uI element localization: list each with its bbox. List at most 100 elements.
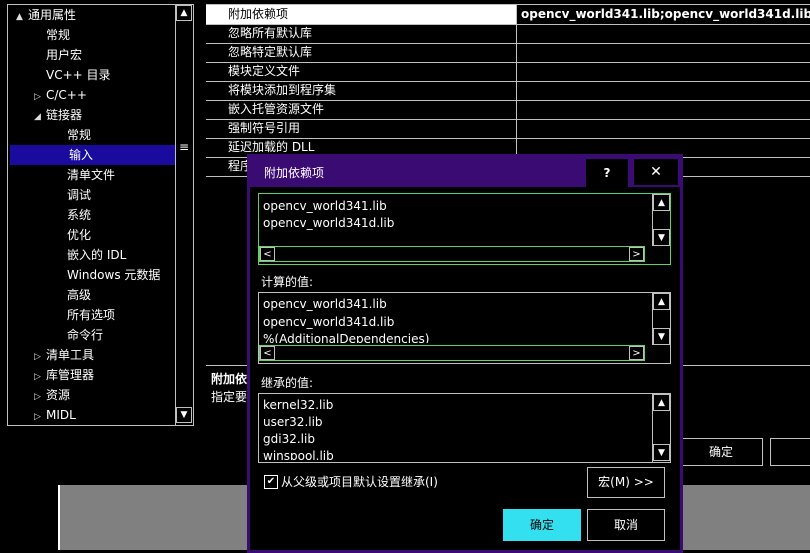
grid-row-name: 忽略所有默认库 <box>206 24 517 43</box>
tree-item[interactable]: 调试 <box>8 185 91 205</box>
expander-icon[interactable]: ▷ <box>34 87 46 107</box>
tree-item-label: 通用属性 <box>28 8 77 22</box>
scroll-up-button[interactable]: ▲ <box>653 394 670 411</box>
description-title: 附加依 <box>211 372 248 386</box>
tree-item[interactable]: 清单文件 <box>8 165 115 185</box>
background-panel <box>680 485 810 550</box>
inherited-line: kernel32.lib <box>263 398 334 412</box>
tree-item[interactable]: 命令行 <box>8 325 103 345</box>
computed-vscroll[interactable]: ▲ ▼ <box>652 293 670 345</box>
computed-line: %(AdditionalDependencies) <box>263 332 430 343</box>
tree-item[interactable]: ▷ 资源 <box>8 385 70 405</box>
scroll-down-button[interactable]: ▼ <box>653 328 670 345</box>
scroll-down-button[interactable]: ▼ <box>653 229 670 246</box>
expander-icon[interactable]: ▷ <box>34 347 46 367</box>
scroll-left-button[interactable]: < <box>260 346 275 360</box>
cancel-button[interactable]: 取消 <box>587 509 665 541</box>
expander-icon[interactable]: ▷ <box>34 407 46 425</box>
macro-button[interactable]: 宏(M) >> <box>587 467 665 498</box>
ok-button[interactable]: 确定 <box>503 509 581 541</box>
tree-item[interactable]: ▲ 通用属性 <box>8 5 76 25</box>
inherited-values-label: 继承的值: <box>261 376 314 390</box>
additional-dependencies-dialog: 附加依赖项 ? ✕ opencv_world341.lib opencv_wor… <box>247 154 683 553</box>
tree-item[interactable]: 常规 <box>8 25 70 45</box>
inherit-checkbox[interactable]: ✔ <box>264 475 278 489</box>
edit-vscroll[interactable]: ▲ ▼ <box>652 194 670 246</box>
grid-row-additional-dependencies[interactable]: 附加依赖项 opencv_world341.lib;opencv_world34… <box>206 5 810 25</box>
tree-item-label: 链接器 <box>46 108 83 122</box>
ok-button-behind[interactable]: 确定 <box>679 438 763 466</box>
tree-item-label: 库管理器 <box>46 368 95 382</box>
tree-item[interactable]: 输入 <box>10 145 175 165</box>
computed-hscroll[interactable]: < > <box>259 345 645 361</box>
scroll-up-button[interactable]: ▲ <box>176 5 192 21</box>
grid-row-name: 忽略特定默认库 <box>206 43 517 62</box>
grid-row-name: 强制符号引用 <box>206 119 517 138</box>
inherited-values-box: kernel32.lib user32.lib gdi32.lib winspo… <box>258 393 671 463</box>
tree-item[interactable]: ▷ C/C++ <box>8 85 87 105</box>
help-button[interactable]: ? <box>586 159 628 187</box>
tree-item-label: 资源 <box>46 388 71 402</box>
tree-scrollbar[interactable]: ▲ ≡ ▼ <box>175 5 193 425</box>
tree-item[interactable]: 系统 <box>8 205 91 225</box>
tree-item[interactable]: ◢ 链接器 <box>8 105 82 125</box>
tree-item[interactable]: VC++ 目录 <box>8 65 111 85</box>
expander-icon[interactable]: ▷ <box>34 367 46 387</box>
scroll-right-button[interactable]: > <box>629 346 644 360</box>
expander-icon[interactable]: ▷ <box>34 387 46 407</box>
tree-item[interactable]: ▷ 清单工具 <box>8 345 94 365</box>
grid-row[interactable]: 模块定义文件 <box>206 62 810 82</box>
grid-row-name: 模块定义文件 <box>206 62 517 81</box>
tree-item-label: 高级 <box>67 288 92 302</box>
inherited-line: gdi32.lib <box>263 432 315 446</box>
tree-item[interactable]: ▷ MIDL <box>8 405 76 425</box>
edit-hscroll[interactable]: < > <box>259 246 645 262</box>
grid-row-value[interactable]: opencv_world341.lib;opencv_world341d.lib… <box>518 5 810 24</box>
tree-item-label: 用户宏 <box>46 48 83 62</box>
expander-icon[interactable]: ▲ <box>16 7 28 27</box>
scroll-left-button[interactable]: < <box>260 247 275 261</box>
tree-item[interactable]: 嵌入的 IDL <box>8 245 126 265</box>
tree-item[interactable]: 优化 <box>8 225 91 245</box>
scroll-thumb[interactable]: ≡ <box>179 140 189 154</box>
grid-row-name: 将模块添加到程序集 <box>206 81 517 100</box>
tree-item[interactable]: 用户宏 <box>8 45 82 65</box>
close-icon[interactable]: ✕ <box>634 159 678 185</box>
tree-item-label: MIDL <box>46 408 76 422</box>
scroll-down-button[interactable]: ▼ <box>176 407 192 423</box>
tree-item-label: 所有选项 <box>67 308 116 322</box>
inherit-checkbox-label[interactable]: 从父级或项目默认设置继承(I) <box>281 473 438 490</box>
tree-item[interactable]: ▷ 库管理器 <box>8 365 94 385</box>
tree-item[interactable]: 高级 <box>8 285 91 305</box>
grid-row-name: 附加依赖项 <box>206 5 517 24</box>
dialog-title: 附加依赖项 <box>264 166 325 180</box>
grid-row[interactable]: 强制符号引用 <box>206 119 810 139</box>
scroll-down-button[interactable]: ▼ <box>653 444 670 461</box>
grid-row[interactable]: 将模块添加到程序集 <box>206 81 810 101</box>
scroll-right-button[interactable]: > <box>629 247 644 261</box>
tree-item-label: C/C++ <box>46 88 87 102</box>
scroll-up-button[interactable]: ▲ <box>653 293 670 310</box>
tree-item-label: 常规 <box>46 28 71 42</box>
grid-row[interactable]: 忽略所有默认库 <box>206 24 810 44</box>
property-grid: 附加依赖项 opencv_world341.lib;opencv_world34… <box>206 4 810 177</box>
tree-item-label: 清单工具 <box>46 348 95 362</box>
computed-values-label: 计算的值: <box>261 275 314 289</box>
dialog-titlebar[interactable]: 附加依赖项 ? ✕ <box>250 157 680 187</box>
grid-row[interactable]: 嵌入托管资源文件 <box>206 100 810 120</box>
dependencies-edit-box[interactable]: opencv_world341.lib opencv_world341d.lib… <box>258 193 671 265</box>
expander-icon[interactable]: ◢ <box>34 107 46 127</box>
tree-item-label: Windows 元数据 <box>67 268 161 282</box>
inherited-line: winspool.lib <box>263 449 334 460</box>
grid-row[interactable]: 忽略特定默认库 <box>206 43 810 63</box>
scroll-up-button[interactable]: ▲ <box>653 194 670 211</box>
tree-item[interactable]: Windows 元数据 <box>8 265 160 285</box>
computed-values-box: opencv_world341.lib opencv_world341d.lib… <box>258 292 671 364</box>
inherited-vscroll[interactable]: ▲ ▼ <box>652 394 670 462</box>
tree-item-label: 命令行 <box>67 328 104 342</box>
cancel-button-behind[interactable] <box>770 438 810 466</box>
tree-item[interactable]: 所有选项 <box>8 305 115 325</box>
tree-item[interactable]: 常规 <box>8 125 91 145</box>
edit-line: opencv_world341d.lib <box>263 216 395 230</box>
tree-item-label: 优化 <box>67 228 92 242</box>
